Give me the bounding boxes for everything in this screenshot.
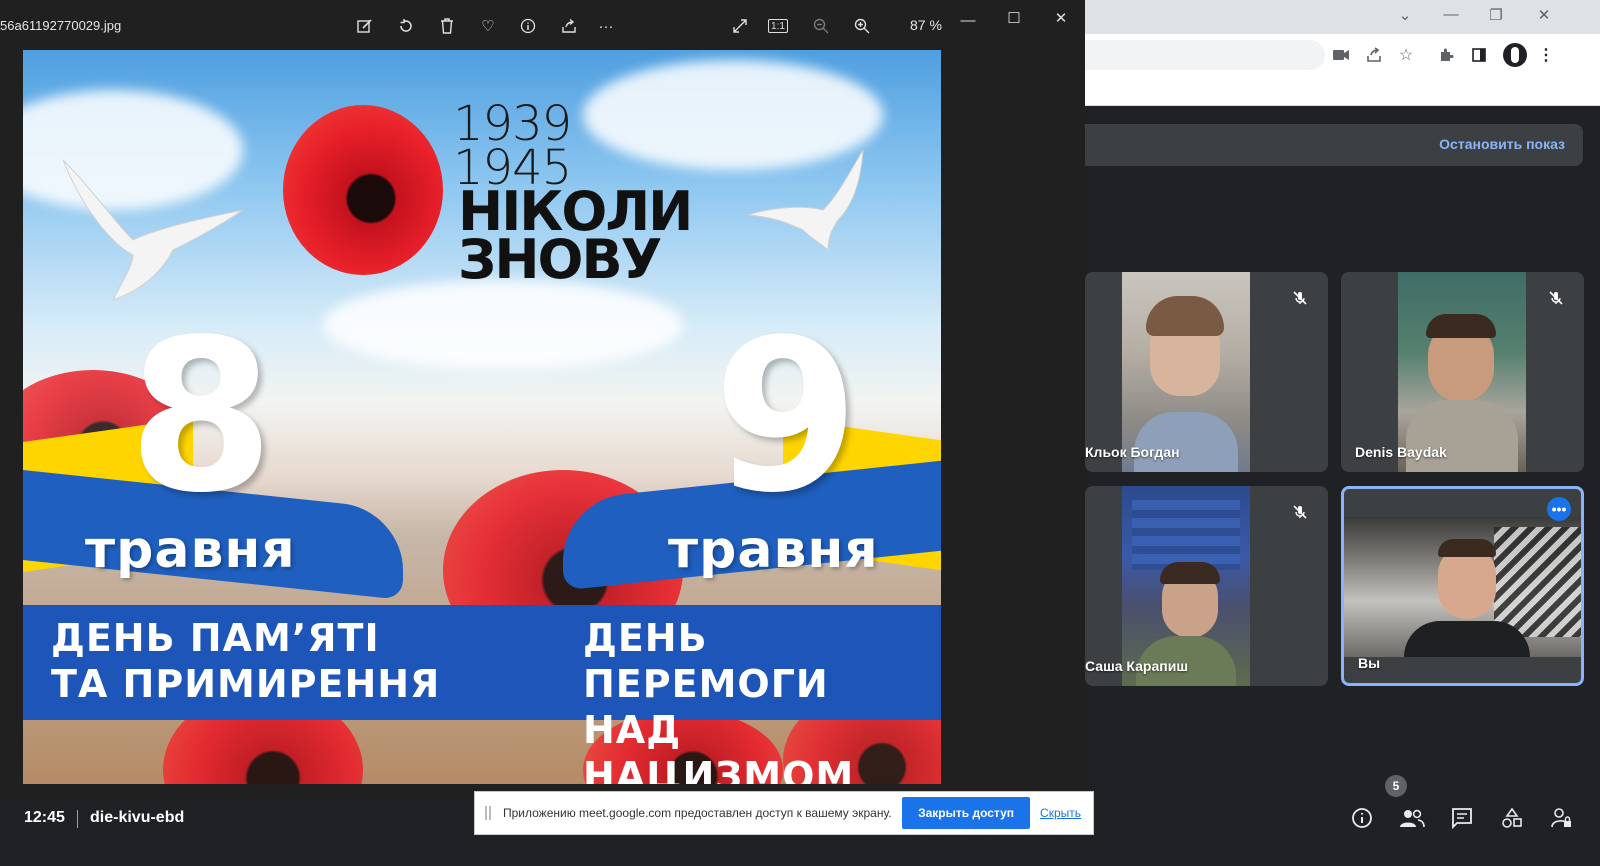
hoodie-shape xyxy=(1406,400,1518,472)
people-icon[interactable] xyxy=(1397,803,1427,833)
address-bar[interactable] xyxy=(1085,40,1325,70)
drag-handle-icon[interactable] xyxy=(485,806,491,820)
chrome-titlebar: ⌄ — ❐ ✕ xyxy=(1085,0,1600,34)
caption-right-line1: ДЕНЬ ПЕРЕМОГИ xyxy=(583,616,829,706)
zoom-in-icon[interactable] xyxy=(849,14,875,38)
hair-shape xyxy=(1438,539,1496,557)
zoom-level[interactable]: 87 % xyxy=(910,17,942,33)
activities-icon[interactable] xyxy=(1497,803,1527,833)
heart-icon[interactable]: ♡ xyxy=(475,14,501,38)
meeting-time: 12:45 xyxy=(24,809,65,826)
participant-name: Саша Карапиш xyxy=(1085,658,1188,674)
caption-left-line2: ТА ПРИМИРЕННЯ xyxy=(51,662,441,706)
profile-icon xyxy=(1511,47,1519,63)
hair-shape xyxy=(1146,296,1224,336)
stop-sharing-button[interactable]: Закрыть доступ xyxy=(902,797,1031,829)
photos-viewer-window: 56a61192770029.jpg ♡ ··· 1:1 87 % — ☐ ✕ xyxy=(0,0,1085,798)
viewer-maximize-button[interactable]: ☐ xyxy=(1001,6,1027,30)
hide-notice-link[interactable]: Скрыть xyxy=(1040,806,1081,820)
mic-off-icon xyxy=(1544,286,1568,310)
info-icon[interactable] xyxy=(1347,803,1377,833)
month-left: травня xyxy=(85,520,296,580)
cloud xyxy=(323,280,683,370)
caption-left: ДЕНЬ ПАМ’ЯТІ ТА ПРИМИРЕННЯ xyxy=(51,615,440,707)
poppy-logo xyxy=(283,105,443,275)
caption-left-line1: ДЕНЬ ПАМ’ЯТІ xyxy=(51,616,380,660)
meeting-code: die-kivu-ebd xyxy=(90,809,185,826)
slogan-line2: ЗНОВУ xyxy=(458,228,662,291)
participant-video xyxy=(1398,272,1526,472)
participant-video xyxy=(1122,486,1250,686)
caption-right-line2: НАД НАЦИЗМОМ xyxy=(583,708,855,784)
participant-count-badge: 5 xyxy=(1385,775,1407,797)
day-eight: 8 xyxy=(128,294,275,539)
extensions-icon[interactable] xyxy=(1435,44,1457,66)
wallpaper-pattern xyxy=(1494,527,1581,637)
hair-shape xyxy=(1160,562,1220,584)
caption-right: ДЕНЬ ПЕРЕМОГИ НАД НАЦИЗМОМ xyxy=(583,615,941,784)
month-right: травня xyxy=(668,520,879,580)
host-controls-icon[interactable] xyxy=(1546,803,1576,833)
participant-tile[interactable]: Саша Карапиш xyxy=(1085,486,1328,686)
expand-icon[interactable] xyxy=(727,14,753,38)
poster-image: 1939 1945 НІКОЛИ ЗНОВУ 8 9 травня травня… xyxy=(23,50,941,784)
dove-right xyxy=(747,149,864,252)
mic-off-icon xyxy=(1288,286,1312,310)
mic-off-icon xyxy=(1288,500,1312,524)
share-icon[interactable] xyxy=(1363,44,1385,66)
participant-tile[interactable]: Denis Baydak xyxy=(1341,272,1584,472)
slogan-text: НІКОЛИ ЗНОВУ xyxy=(458,185,693,291)
shirt-shape xyxy=(1134,412,1238,472)
shirt-shape xyxy=(1404,621,1530,657)
more-options-button[interactable]: ··· xyxy=(591,14,621,38)
years-text: 1939 1945 xyxy=(453,100,572,192)
game-screen xyxy=(1132,500,1240,570)
participant-name: Кльок Богдан xyxy=(1085,444,1180,460)
info-icon[interactable] xyxy=(515,14,541,38)
presenting-bar: Остановить показ xyxy=(1085,124,1583,166)
notice-text: Приложению meet.google.com предоставлен … xyxy=(503,806,892,820)
participant-tile[interactable]: Кльок Богдан xyxy=(1085,272,1328,472)
divider xyxy=(77,810,78,828)
viewer-close-button[interactable]: ✕ xyxy=(1048,6,1074,30)
rotate-icon[interactable] xyxy=(393,14,419,38)
screen-share-notification: Приложению meet.google.com предоставлен … xyxy=(474,791,1094,835)
edit-image-icon[interactable] xyxy=(352,14,378,38)
chrome-minimize-button[interactable]: — xyxy=(1437,6,1465,23)
menu-icon[interactable]: ⋮ xyxy=(1535,44,1557,66)
profile-avatar[interactable] xyxy=(1503,43,1527,67)
chrome-close-button[interactable]: ✕ xyxy=(1530,6,1558,24)
chrome-content-top xyxy=(1085,76,1600,106)
participant-name: Denis Baydak xyxy=(1355,444,1447,460)
participant-name: Вы xyxy=(1358,655,1381,671)
chrome-toolbar: ☆ ⋮ xyxy=(1085,34,1600,76)
tab-search-button[interactable]: ⌄ xyxy=(1391,6,1419,24)
trash-icon[interactable] xyxy=(434,14,460,38)
chrome-restore-button[interactable]: ❐ xyxy=(1482,6,1510,24)
share-icon[interactable] xyxy=(556,14,582,38)
day-nine: 9 xyxy=(713,294,860,539)
participant-video xyxy=(1122,272,1250,472)
tile-options-icon[interactable]: ••• xyxy=(1547,497,1571,521)
hair-shape xyxy=(1426,314,1496,338)
viewer-minimize-button[interactable]: — xyxy=(955,8,981,32)
self-tile[interactable]: ••• Вы xyxy=(1341,486,1584,686)
star-icon[interactable]: ☆ xyxy=(1395,44,1417,66)
file-name: 56a61192770029.jpg xyxy=(0,18,122,33)
chat-icon[interactable] xyxy=(1447,803,1477,833)
self-video xyxy=(1344,517,1581,657)
stop-presenting-button[interactable]: Остановить показ xyxy=(1439,136,1565,152)
zoom-out-icon[interactable] xyxy=(808,14,834,38)
actual-size-button[interactable]: 1:1 xyxy=(768,19,788,33)
camera-icon[interactable] xyxy=(1330,44,1352,66)
dove-left xyxy=(62,159,244,301)
sidepanel-icon[interactable] xyxy=(1468,44,1490,66)
